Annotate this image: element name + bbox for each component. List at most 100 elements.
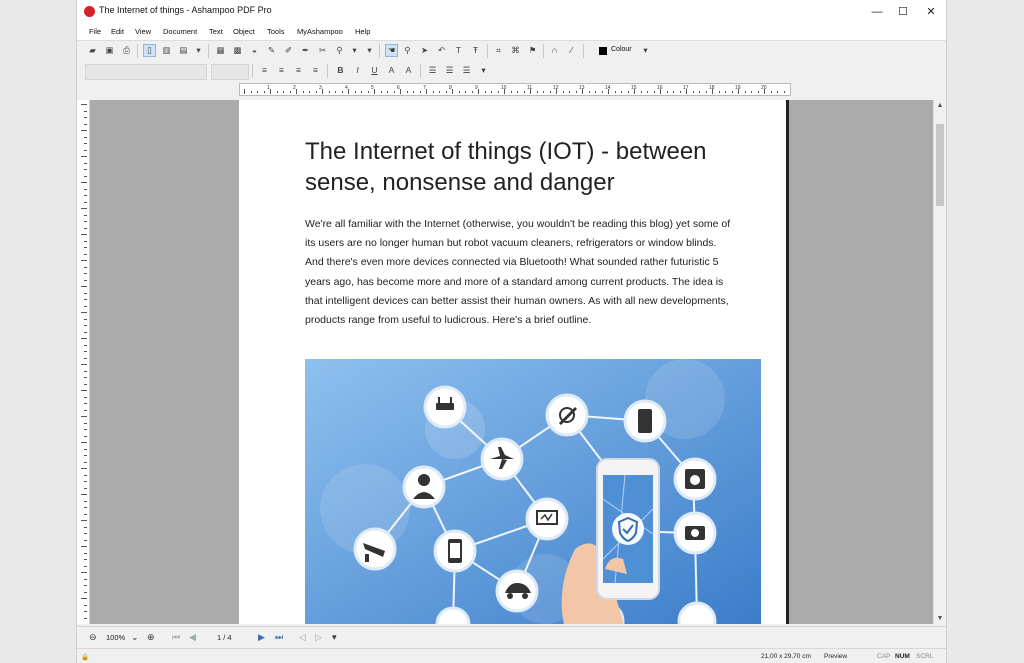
menu-myashampoo[interactable]: MyAshampoo: [297, 27, 343, 36]
two-page-icon[interactable]: ▥: [161, 45, 172, 56]
ruler-tick: [84, 533, 87, 534]
next-page-icon[interactable]: ▶: [258, 632, 265, 643]
zoom-in-icon[interactable]: ⊕: [147, 632, 155, 643]
zoom-out-icon[interactable]: ⊖: [89, 632, 97, 643]
eraser-icon[interactable]: ✂: [317, 45, 328, 56]
hand-tool-icon[interactable]: ☚: [385, 44, 398, 57]
menu-text[interactable]: Text: [209, 27, 223, 36]
ruler-tick: [725, 91, 726, 93]
menu-object[interactable]: Object: [233, 27, 255, 36]
text-tool-icon[interactable]: T: [453, 45, 464, 56]
stamp-icon[interactable]: ◒: [249, 45, 260, 56]
crop-icon[interactable]: ⌗: [493, 45, 504, 56]
last-page-icon[interactable]: ⏭: [275, 632, 283, 643]
more-tools-dropdown-icon[interactable]: ▾: [364, 45, 375, 56]
align-right-icon[interactable]: ≡: [293, 65, 304, 76]
document-title[interactable]: The Internet of things (IOT) - between s…: [305, 136, 745, 198]
window-title: The Internet of things - Ashampoo PDF Pr…: [99, 5, 272, 15]
vertical-scrollbar[interactable]: ▲ ▼: [933, 100, 946, 624]
print-icon[interactable]: ⎙: [121, 45, 132, 56]
align-left-icon[interactable]: ≡: [259, 65, 270, 76]
colour-swatch[interactable]: [599, 47, 607, 55]
font-size-select[interactable]: [211, 64, 249, 80]
text-box-icon[interactable]: Ŧ: [470, 45, 481, 56]
iot-illustration[interactable]: [305, 359, 761, 624]
ruler-tick: [289, 91, 291, 93]
ruler-tick: [452, 89, 453, 94]
pdf-page[interactable]: The Internet of things (IOT) - between s…: [239, 100, 789, 624]
ruler-tick: [296, 89, 297, 94]
marker-icon[interactable]: ✒: [300, 45, 311, 56]
image-tool-icon[interactable]: ▩: [232, 45, 243, 56]
italic-icon[interactable]: I: [352, 65, 363, 76]
eyedropper-icon[interactable]: ⁄: [566, 45, 577, 56]
colour-label[interactable]: Colour: [611, 46, 632, 53]
menu-document[interactable]: Document: [163, 27, 197, 36]
ruler-tick: [348, 89, 349, 94]
signature-dropdown-icon[interactable]: ▾: [349, 45, 360, 56]
open-icon[interactable]: ▰: [87, 45, 98, 56]
ruler-tick: [84, 526, 87, 528]
zoom-level[interactable]: 100%: [106, 633, 125, 642]
close-button[interactable]: ✕: [917, 0, 945, 24]
ruler-number: 16: [657, 85, 663, 91]
ruler-tick: [84, 383, 87, 385]
highlight-icon[interactable]: ✐: [283, 45, 294, 56]
back-icon[interactable]: ◁: [299, 632, 306, 643]
main-toolbar: ▰ ▣ ⎙ ▯ ▥ ▤ ▾ ▦ ▩ ◒ ✎ ✐ ✒ ✂ ⚲ ▾ ▾ ☚ ⚲ ➤ …: [77, 40, 946, 61]
menu-edit[interactable]: Edit: [111, 27, 124, 36]
link-icon[interactable]: ∩: [549, 45, 560, 56]
document-viewport[interactable]: The Internet of things (IOT) - between s…: [90, 100, 936, 624]
menu-view[interactable]: View: [135, 27, 151, 36]
underline-icon[interactable]: U: [369, 65, 380, 76]
previous-page-icon[interactable]: ◀: [189, 632, 196, 643]
menu-tools[interactable]: Tools: [267, 27, 285, 36]
tag-icon[interactable]: ⚑: [527, 45, 538, 56]
superscript-icon[interactable]: A: [386, 65, 397, 76]
transform-icon[interactable]: ⌘: [510, 45, 521, 56]
ruler-tick: [777, 91, 778, 93]
subscript-icon[interactable]: A: [403, 65, 414, 76]
minimize-button[interactable]: —: [863, 0, 891, 24]
scroll-thumb[interactable]: [936, 124, 944, 206]
bold-icon[interactable]: B: [335, 65, 346, 76]
signature-icon[interactable]: ⚲: [334, 45, 345, 56]
align-center-icon[interactable]: ≡: [276, 65, 287, 76]
select-arrow-icon[interactable]: ➤: [419, 45, 430, 56]
scroll-down-icon[interactable]: ▼: [934, 615, 946, 622]
ruler-tick: [309, 91, 310, 93]
paragraph-spacing-icon[interactable]: ☰: [444, 65, 455, 76]
font-family-select[interactable]: [85, 64, 207, 80]
ruler-number: 4: [345, 85, 348, 91]
align-justify-icon[interactable]: ≡: [310, 65, 321, 76]
maximize-button[interactable]: ☐: [889, 0, 917, 24]
save-icon[interactable]: ▣: [104, 45, 115, 56]
layout-dropdown-icon[interactable]: ▾: [193, 45, 204, 56]
ruler-tick: [84, 422, 87, 424]
title-bar[interactable]: The Internet of things - Ashampoo PDF Pr…: [77, 0, 946, 24]
menu-file[interactable]: File: [89, 27, 101, 36]
list-icon[interactable]: ☰: [461, 65, 472, 76]
zoom-tool-icon[interactable]: ⚲: [402, 45, 413, 56]
format-dropdown-icon[interactable]: ▾: [478, 65, 489, 76]
ruler-tick: [84, 240, 87, 242]
note-icon[interactable]: ▦: [215, 45, 226, 56]
ashampoo-logo-icon: [84, 6, 95, 17]
colour-dropdown-icon[interactable]: ▾: [640, 45, 651, 56]
document-body[interactable]: We're all familiar with the Internet (ot…: [305, 215, 735, 330]
pen-icon[interactable]: ✎: [266, 45, 277, 56]
first-page-icon[interactable]: ⏮: [172, 632, 180, 643]
zoom-dropdown-icon[interactable]: ⌄: [131, 632, 139, 643]
line-spacing-icon[interactable]: ☰: [427, 65, 438, 76]
page-indicator[interactable]: 1 / 4: [217, 633, 232, 642]
page-layout-icon[interactable]: ▤: [178, 45, 189, 56]
single-page-icon[interactable]: ▯: [143, 44, 156, 57]
scroll-up-icon[interactable]: ▲: [934, 102, 946, 109]
ruler-tick: [270, 89, 271, 94]
ruler-tick: [81, 572, 87, 573]
forward-icon[interactable]: ▷: [315, 632, 322, 643]
rotate-icon[interactable]: ↶: [436, 45, 447, 56]
nav-dropdown-icon[interactable]: ▾: [332, 632, 337, 643]
menu-help[interactable]: Help: [355, 27, 370, 36]
user-icon: [402, 465, 446, 509]
